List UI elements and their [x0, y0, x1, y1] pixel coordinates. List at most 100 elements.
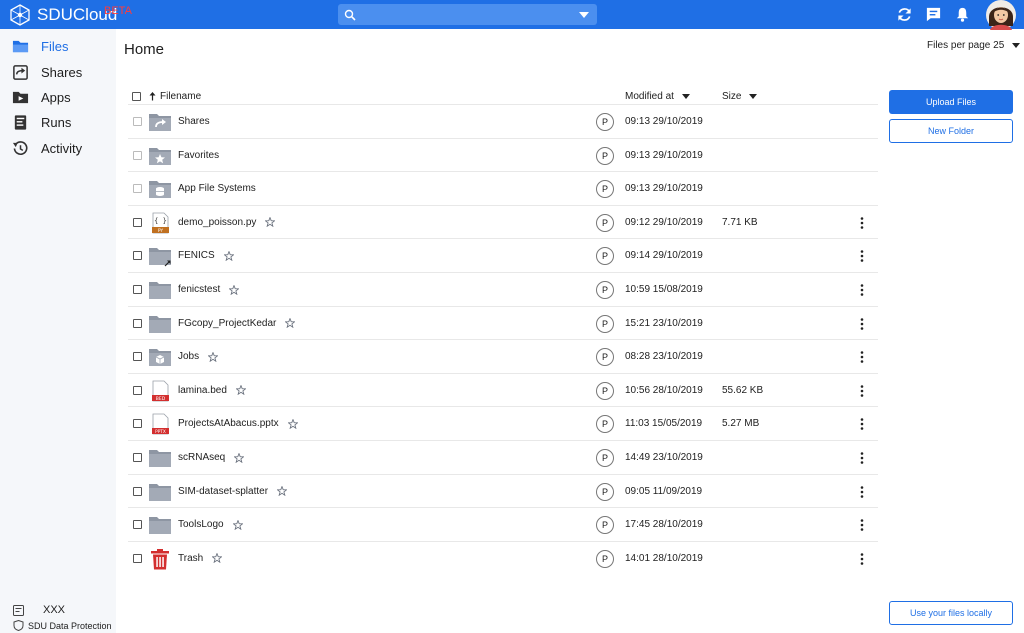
star-icon[interactable]	[285, 318, 296, 329]
more-options-icon[interactable]	[859, 418, 865, 431]
sort-by-size[interactable]: Size	[722, 91, 758, 102]
star-icon[interactable]	[212, 553, 223, 564]
filename-cell[interactable]: SIM-dataset-splatter	[178, 486, 288, 497]
more-options-icon[interactable]	[859, 317, 865, 330]
chat-icon[interactable]	[925, 6, 942, 23]
table-row[interactable]: App File Systems P 09:13 29/10/2019	[128, 171, 878, 204]
permission-badge[interactable]: P	[596, 516, 614, 535]
star-icon[interactable]	[265, 217, 276, 228]
row-checkbox[interactable]	[133, 352, 142, 362]
filename-text[interactable]: FGcopy_ProjectKedar	[178, 318, 276, 329]
filename-cell[interactable]: App File Systems	[178, 183, 256, 194]
row-checkbox[interactable]	[133, 285, 142, 294]
more-options-icon[interactable]	[859, 351, 865, 363]
filename-text[interactable]: SIM-dataset-splatter	[178, 486, 268, 497]
row-checkbox[interactable]	[133, 150, 142, 160]
filename-text[interactable]: App File Systems	[178, 183, 256, 194]
table-row[interactable]: Trash P 14:01 28/10/2019	[128, 540, 878, 574]
filename-text[interactable]: demo_poisson.py	[178, 217, 256, 228]
sort-by-modified[interactable]: Modified at	[625, 91, 690, 102]
star-icon[interactable]	[234, 452, 245, 463]
filename-cell[interactable]: FENICS	[178, 250, 234, 261]
filename-cell[interactable]: ProjectsAtAbacus.pptx	[178, 418, 298, 429]
row-checkbox[interactable]	[133, 520, 142, 530]
permission-badge[interactable]: P	[596, 247, 614, 266]
permission-badge[interactable]: P	[596, 113, 614, 131]
star-icon[interactable]	[208, 351, 219, 362]
permission-badge[interactable]: P	[596, 482, 614, 501]
search-bar[interactable]	[338, 4, 597, 25]
row-checkbox[interactable]	[133, 117, 142, 126]
more-options-icon[interactable]	[859, 519, 865, 531]
sidebar-item-shares[interactable]: Shares	[12, 61, 82, 83]
row-checkbox[interactable]	[133, 419, 142, 429]
row-checkbox[interactable]	[133, 486, 142, 496]
notifications-bell-icon[interactable]	[954, 6, 971, 23]
filename-cell[interactable]: Shares	[178, 116, 210, 127]
more-options-icon[interactable]	[859, 284, 865, 296]
filename-text[interactable]: Shares	[178, 116, 210, 127]
more-options-icon[interactable]	[859, 485, 865, 498]
star-icon[interactable]	[235, 385, 246, 396]
select-all-checkbox[interactable]	[132, 92, 141, 101]
filename-cell[interactable]: demo_poisson.py	[178, 217, 276, 228]
sidebar-item-runs[interactable]: Runs	[12, 111, 71, 133]
filename-text[interactable]: Favorites	[178, 150, 219, 161]
table-row[interactable]: FENICS P 09:14 29/10/2019	[128, 238, 878, 271]
filename-cell[interactable]: lamina.bed	[178, 385, 246, 396]
sidebar-item-activity[interactable]: Activity	[12, 137, 82, 159]
permission-badge[interactable]: P	[596, 146, 614, 165]
more-options-icon[interactable]	[859, 552, 865, 565]
star-icon[interactable]	[287, 418, 298, 429]
table-row[interactable]: Jobs P 08:28 23/10/2019	[128, 339, 878, 372]
filename-text[interactable]: ToolsLogo	[178, 519, 224, 530]
permission-badge[interactable]: P	[596, 180, 614, 199]
star-icon[interactable]	[277, 486, 288, 497]
table-row[interactable]: FGcopy_ProjectKedar P 15:21 23/10/2019	[128, 305, 878, 339]
search-options-chevron-icon[interactable]	[579, 12, 589, 18]
more-options-icon[interactable]	[859, 452, 865, 464]
filename-cell[interactable]: FGcopy_ProjectKedar	[178, 318, 296, 329]
permission-badge[interactable]: P	[596, 381, 614, 400]
table-row[interactable]: ToolsLogo P 17:45 28/10/2019	[128, 507, 878, 540]
sidebar-item-files[interactable]: Files	[12, 35, 68, 57]
filename-text[interactable]: Trash	[178, 553, 203, 564]
permission-badge[interactable]: P	[596, 415, 614, 434]
filename-cell[interactable]: Favorites	[178, 150, 219, 161]
more-options-icon[interactable]	[859, 384, 865, 397]
sidebar-item-apps[interactable]: Apps	[12, 86, 71, 108]
table-row[interactable]: PPTX ProjectsAtAbacus.pptx P 11:03 15/05/20…	[128, 406, 878, 439]
filename-cell[interactable]: fenicstest	[178, 284, 240, 295]
filename-text[interactable]: scRNAseq	[178, 452, 225, 463]
table-row[interactable]: Favorites P 09:13 29/10/2019	[128, 137, 878, 171]
star-icon[interactable]	[229, 284, 240, 295]
star-icon[interactable]	[223, 250, 234, 261]
table-row[interactable]: fenicstest P 10:59 15/08/2019	[128, 272, 878, 305]
row-checkbox[interactable]	[133, 385, 142, 395]
star-icon[interactable]	[232, 519, 243, 530]
filename-text[interactable]: Jobs	[178, 351, 199, 362]
refresh-icon[interactable]	[896, 6, 913, 23]
filename-text[interactable]: fenicstest	[178, 284, 220, 295]
row-checkbox[interactable]	[133, 251, 142, 261]
permission-badge[interactable]: P	[596, 449, 614, 467]
use-files-locally-button[interactable]: Use your files locally	[889, 601, 1013, 625]
permission-badge[interactable]: P	[596, 348, 614, 367]
upload-files-button[interactable]: Upload Files	[889, 90, 1013, 114]
row-checkbox[interactable]	[133, 318, 142, 328]
filename-text[interactable]: FENICS	[178, 250, 215, 261]
sducloud-logo-icon[interactable]	[9, 4, 31, 26]
more-options-icon[interactable]	[859, 250, 865, 263]
row-checkbox[interactable]	[133, 553, 142, 563]
more-options-icon[interactable]	[859, 216, 865, 229]
table-row[interactable]: BED lamina.bed P 10:56 28/10/2019 55.62 KB	[128, 372, 878, 406]
row-checkbox[interactable]	[133, 453, 142, 462]
sort-by-filename[interactable]: Filename	[149, 91, 201, 102]
permission-badge[interactable]: P	[596, 281, 614, 299]
permission-badge[interactable]: P	[596, 549, 614, 568]
table-row[interactable]: Shares P 09:13 29/10/2019	[128, 104, 878, 137]
filename-text[interactable]: ProjectsAtAbacus.pptx	[178, 418, 279, 429]
row-checkbox[interactable]	[133, 217, 142, 227]
new-folder-button[interactable]: New Folder	[889, 119, 1013, 143]
filename-text[interactable]: lamina.bed	[178, 385, 227, 396]
